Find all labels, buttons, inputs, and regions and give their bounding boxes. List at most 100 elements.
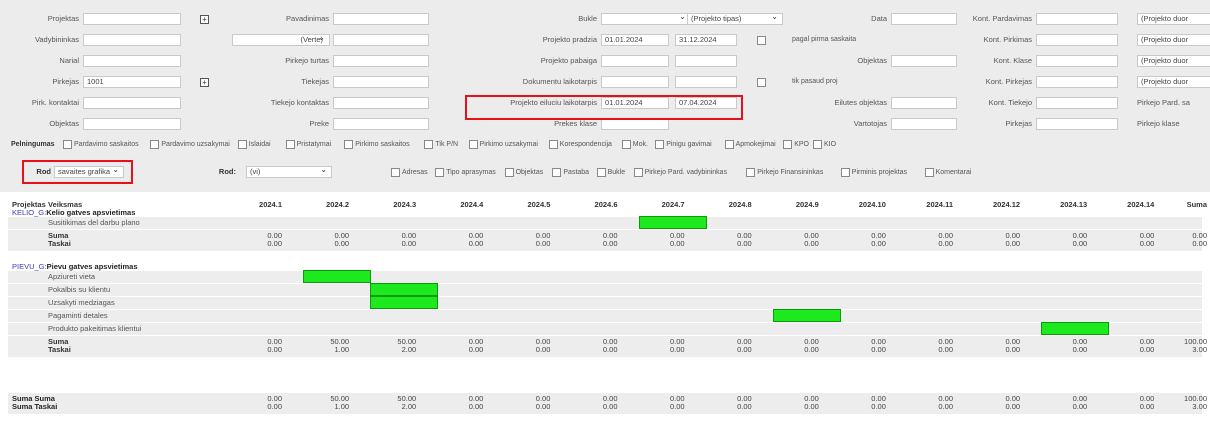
col1-field-objektas[interactable]: [83, 118, 181, 130]
col3-label-projekto-pradzia: Projekto pradzia: [542, 35, 597, 44]
col5-field-kont-pirkimas[interactable]: [1036, 34, 1118, 46]
col2-label-preke: Preke: [309, 119, 329, 128]
highlight-rod: [22, 160, 133, 184]
col2-field-pavadinimas[interactable]: [333, 13, 429, 25]
checkbox-label-mok: Mok.: [632, 141, 648, 148]
gantt-bar-susitikimas-del-darbu-plano[interactable]: [638, 216, 707, 229]
checkbox2-pirkejo-finansininkas[interactable]: [746, 168, 756, 177]
checkbox-kpo[interactable]: [783, 140, 793, 149]
gantt-bar-pagaminti-detales[interactable]: [772, 309, 841, 322]
rod2-select[interactable]: (vi): [246, 166, 332, 178]
col6-field-1[interactable]: (Projekto duor: [1137, 34, 1210, 46]
checkbox-pirkimo-uzsakymai[interactable]: [468, 140, 478, 149]
checkbox-pinigu-gavimai[interactable]: [655, 140, 665, 149]
col6-label-pirkejo-pard-sa: Pirkejo Pard. sa: [1137, 98, 1190, 107]
project-name: Pievu gatves apsvietimas: [46, 262, 138, 271]
checkbox-pristatymai[interactable]: [285, 140, 295, 149]
col1-field-pirkejas[interactable]: 1001: [83, 76, 181, 88]
gantt-bar-uzsakyti-medziagas[interactable]: [370, 296, 439, 309]
pts-value: 0.00: [1139, 345, 1155, 354]
checkbox2-tipo-aprasymas[interactable]: [435, 168, 445, 177]
pts-value: 0.00: [267, 239, 282, 248]
checkbox2-bukle[interactable]: [596, 168, 606, 177]
total-pts-value: 3.00: [1192, 402, 1207, 411]
activity-uzsakyti-medziagas: Uzsakyti medziagas: [48, 298, 115, 307]
gantt-bar-apziureti-vieta[interactable]: [303, 270, 372, 283]
checkbox-label-pirkimo-uzsakymai: Pirkimo uzsakymai: [479, 141, 538, 148]
col1-field-projektas[interactable]: [83, 13, 181, 25]
col3-field-dokumentu-laikotarpis[interactable]: [601, 76, 669, 88]
col5-field-kont-tiekejo[interactable]: [1036, 97, 1118, 109]
verte-extra-field[interactable]: [333, 34, 429, 46]
col2-field-pirkejo-turtas[interactable]: [333, 55, 429, 67]
col3-field-pabaiga-end[interactable]: [675, 55, 737, 67]
project-kelio-g[interactable]: KELIO_G:Kelio gatves apsvietimas: [12, 208, 135, 217]
checkbox-label-islaidai: Islaidai: [248, 141, 271, 148]
col3-field-dok-end[interactable]: [675, 76, 737, 88]
total-pts-value: 0.00: [267, 402, 282, 411]
col3-label-bukle: Bukle: [578, 14, 597, 23]
col2-field-tiekejo-kontaktas[interactable]: [333, 97, 429, 109]
checkbox-pirkimo-saskaitos[interactable]: [344, 140, 354, 149]
col1-label-narial: Narial: [59, 56, 79, 65]
total-pts-value: 0.00: [804, 402, 819, 411]
col2-field-row1[interactable]: (Verte): [232, 34, 330, 46]
checkbox-mok[interactable]: [621, 140, 631, 149]
col5-field-kont-klase[interactable]: [1036, 55, 1118, 67]
pts-value: 0.00: [1072, 239, 1088, 248]
pts-value: 0.00: [267, 345, 282, 354]
col3-field-end-1[interactable]: 31.12.2024: [675, 34, 737, 46]
activity-apziureti-vieta: Apziureti vieta: [48, 272, 96, 281]
col6-field-0[interactable]: (Projekto duor: [1137, 13, 1210, 25]
col1-field-pirk-kontaktai[interactable]: [83, 97, 181, 109]
gantt-bar-produkto-pakeitimas-klientui[interactable]: [1041, 322, 1110, 335]
checkbox2-pastaba[interactable]: [552, 168, 562, 177]
tik-checkbox[interactable]: [757, 78, 766, 87]
header-week-2024-13: 2024.13: [1060, 200, 1088, 209]
header-week-2024-8: 2024.8: [728, 200, 752, 209]
header-week-2024-5: 2024.5: [527, 200, 551, 209]
checkbox-pardavimo-saskaitos[interactable]: [63, 140, 72, 149]
header-week-2024-14: 2024.14: [1127, 200, 1155, 209]
col3-field-bukle[interactable]: [601, 13, 691, 25]
col1-field-narial[interactable]: [83, 55, 181, 67]
checkbox2-objektas[interactable]: [504, 168, 514, 177]
checkbox-kio[interactable]: [813, 140, 822, 149]
col2-field-preke[interactable]: [333, 118, 429, 130]
checkbox-label-pardavimo-saskaitos: Pardavimo saskaitos: [74, 141, 139, 148]
project-pievu-g[interactable]: PIEVU_G:Pievu gatves apsvietimas: [12, 262, 138, 271]
col2-field-tiekejas[interactable]: [333, 76, 429, 88]
col3-field-projekto-pradzia[interactable]: 01.01.2024: [601, 34, 669, 46]
checkbox2-adresas[interactable]: [391, 168, 400, 177]
checkbox2-pirminis-projektas[interactable]: [840, 168, 850, 177]
checkbox-pardavimo-uzsakymai[interactable]: [150, 140, 160, 149]
col3-field-projekto-pabaiga[interactable]: [601, 55, 669, 67]
pts-value: 0.00: [1005, 345, 1021, 354]
col1-field-vadybininkas[interactable]: [83, 34, 181, 46]
pts-value: 0.00: [669, 239, 685, 248]
checkbox2-komentarai[interactable]: [924, 168, 934, 177]
col5-field-kont-pardavimas[interactable]: [1036, 13, 1118, 25]
col6-field-3[interactable]: (Projekto duor: [1137, 76, 1210, 88]
checkbox-tik-p-n[interactable]: [424, 140, 434, 149]
header-week-2024-2: 2024.2: [326, 200, 350, 209]
checkbox-apmokejimai[interactable]: [724, 140, 734, 149]
checkbox-label-kpo: KPO: [794, 141, 809, 148]
pts-value: 0.00: [871, 345, 886, 354]
activity-row: [8, 297, 1202, 309]
pagal-checkbox[interactable]: [757, 36, 766, 45]
checkbox2-pirkejo-pard-vadybininkas[interactable]: [633, 168, 643, 177]
activity-produkto-pakeitimas-klientui: Produkto pakeitimas klientui: [48, 324, 142, 333]
gantt-bar-pokalbis-su-klientu[interactable]: [370, 283, 439, 296]
col5-field-kont-pirkejas[interactable]: [1036, 76, 1118, 88]
col2-label-pavadinimas: Pavadinimas: [286, 14, 329, 23]
total-pts-value: 0.00: [602, 402, 618, 411]
col6-field-2[interactable]: (Projekto duor: [1137, 55, 1210, 67]
col5-label-kont-tiekejo: Kont. Tiekejo: [988, 98, 1032, 107]
header-week-2024-9: 2024.9: [795, 200, 819, 209]
checkbox-islaidai[interactable]: [237, 140, 247, 149]
total-pts-value: 0.00: [1072, 402, 1088, 411]
activity-susitikimas-del-darbu-plano: Susitikimas del darbu plano: [48, 218, 140, 227]
checkbox-korespondencija[interactable]: [548, 140, 558, 149]
col5-field-pirkejas[interactable]: [1036, 118, 1118, 130]
